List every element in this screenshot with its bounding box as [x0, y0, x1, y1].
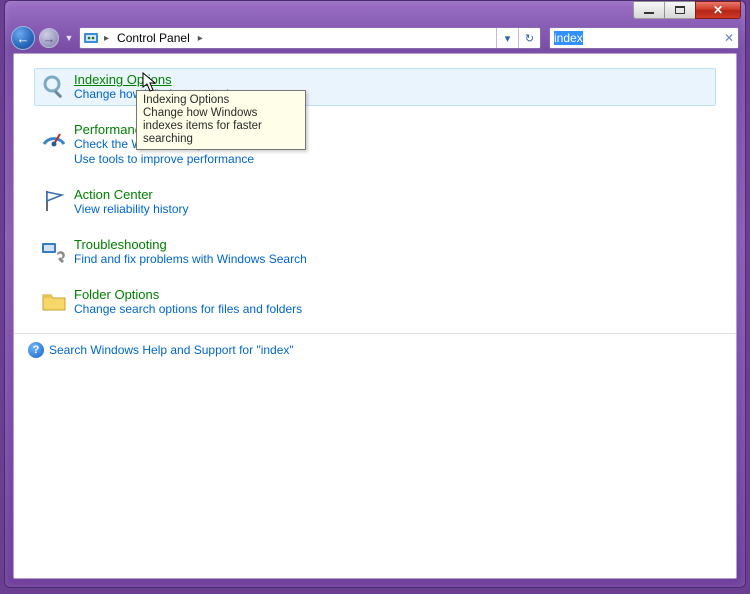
arrow-right-icon: → [43, 31, 56, 46]
mouse-cursor-icon [141, 72, 159, 94]
window-buttons: ✕ [634, 1, 741, 19]
result-subtask[interactable]: View reliability history [74, 202, 189, 217]
clear-search-icon[interactable]: ✕ [724, 31, 734, 45]
result-troubleshooting[interactable]: Troubleshooting Find and fix problems wi… [34, 233, 716, 271]
content-pane: Indexing Options Change how Windows sear… [13, 53, 737, 579]
result-title[interactable]: Troubleshooting [74, 237, 307, 252]
help-link-text: Search Windows Help and Support for "ind… [49, 343, 294, 357]
result-title[interactable]: Folder Options [74, 287, 302, 302]
breadcrumb-root[interactable]: Control Panel [111, 28, 196, 48]
search-input[interactable] [550, 29, 738, 47]
result-title[interactable]: Action Center [74, 187, 189, 202]
folder-icon [40, 287, 68, 315]
result-title[interactable]: Indexing Options [74, 72, 245, 87]
minimize-button[interactable] [633, 1, 665, 19]
control-panel-icon [83, 30, 99, 46]
back-button[interactable]: ← [11, 26, 35, 50]
help-search-link[interactable]: ? Search Windows Help and Support for "i… [28, 342, 716, 358]
result-folder-options[interactable]: Folder Options Change search options for… [34, 283, 716, 321]
titlebar: ✕ [5, 1, 745, 23]
magnifier-icon [40, 72, 68, 100]
flag-icon [40, 187, 68, 215]
arrow-left-icon: ← [17, 31, 30, 46]
maximize-button[interactable] [664, 1, 696, 19]
divider [14, 333, 736, 334]
address-bar[interactable]: ▸ Control Panel ▸ ▾ ↻ [79, 27, 541, 49]
meter-icon [40, 122, 68, 150]
refresh-button[interactable]: ↻ [518, 28, 540, 48]
search-box[interactable]: ✕ [549, 27, 739, 49]
navbar: ← → ▼ ▸ Control Panel ▸ ▾ ↻ ✕ [5, 23, 745, 53]
forward-button[interactable]: → [39, 28, 59, 48]
result-action-center[interactable]: Action Center View reliability history [34, 183, 716, 221]
address-dropdown-button[interactable]: ▾ [496, 28, 518, 48]
tooltip-title: Indexing Options [143, 94, 299, 107]
breadcrumb-sep-icon: ▸ [102, 33, 111, 44]
help-icon: ? [28, 342, 44, 358]
wrench-icon [40, 237, 68, 265]
result-subtask[interactable]: Change search options for files and fold… [74, 302, 302, 317]
tooltip-body: Change how Windows indexes items for fas… [143, 107, 299, 146]
tooltip: Indexing Options Change how Windows inde… [136, 90, 306, 150]
close-button[interactable]: ✕ [695, 1, 741, 19]
result-subtask[interactable]: Use tools to improve performance [74, 152, 276, 167]
breadcrumb-sep-icon: ▸ [196, 33, 205, 44]
result-subtask[interactable]: Find and fix problems with Windows Searc… [74, 252, 307, 267]
nav-history-dropdown[interactable]: ▼ [63, 27, 75, 49]
window-frame: ✕ ← → ▼ ▸ Control Panel ▸ ▾ ↻ ✕ [4, 0, 746, 588]
